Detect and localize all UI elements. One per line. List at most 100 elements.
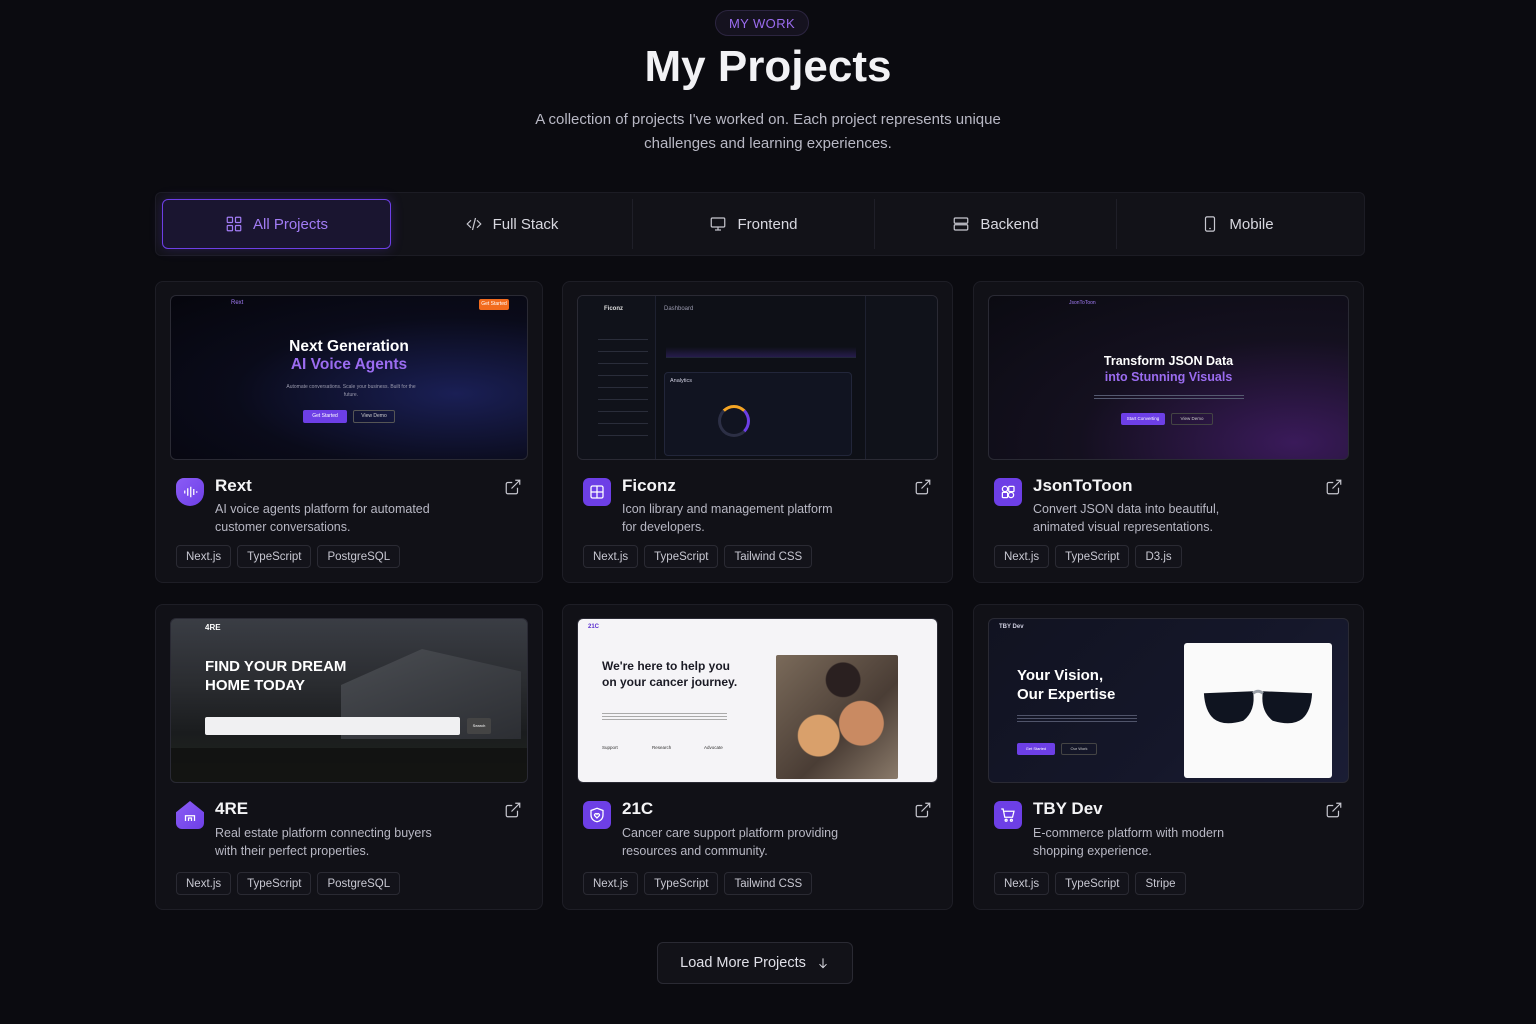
tab-label: Frontend [737,215,798,233]
tech-tag: Tailwind CSS [724,872,813,895]
preview-brand: JsonToToon [1069,300,1096,306]
project-name: 4RE [215,799,249,818]
external-link-icon[interactable] [1325,801,1343,819]
grid-icon [226,216,242,232]
preview-right-panel [865,296,937,459]
preview-brand: 21C [588,624,600,630]
project-card-ficonz[interactable]: Ficonz Dashboard Analytics Ficonz Icon l… [562,281,953,583]
tech-tag: Next.js [176,545,232,568]
tech-tag: TypeScript [644,872,719,895]
preview-feature: Support [602,745,618,750]
project-preview[interactable]: 21C We're here to help you on your cance… [577,618,938,783]
tech-tag: TypeScript [237,545,312,568]
preview-brand: Rext [231,300,244,306]
smartphone-icon [1205,216,1216,232]
tech-tag: Next.js [994,872,1050,895]
project-preview[interactable]: Rext Get Started Next Generation AI Voic… [170,295,528,460]
project-card-4re[interactable]: 4RE FIND YOUR DREAM HOME TODAY Search 4R… [155,604,543,910]
project-card-21c[interactable]: 21C We're here to help you on your cance… [562,604,953,910]
preview-headline: We're here to help you on your cancer jo… [602,659,738,689]
shopping-cart-icon [994,801,1022,829]
project-name: Rext [215,476,252,495]
shapes-icon [994,478,1022,506]
external-link-icon[interactable] [914,478,932,496]
preview-search-button: Search [467,718,491,734]
load-more-button[interactable]: Load More Projects [657,942,853,984]
project-name: 21C [622,799,654,818]
preview-photo [776,655,898,779]
house-icon [176,801,204,829]
project-preview[interactable]: JsonToToon Transform JSON Data into Stun… [988,295,1349,460]
tech-tag: D3.js [1135,545,1182,568]
tech-tag: TypeScript [1055,545,1130,568]
sunglasses-icon [1203,689,1313,724]
tab-frontend[interactable]: Frontend [633,199,875,249]
tab-full-stack[interactable]: Full Stack [391,199,633,249]
monitor-icon [711,217,726,231]
project-description: Convert JSON data into beautiful, animat… [1033,502,1220,534]
page-title: My Projects [644,42,892,91]
project-preview[interactable]: 4RE FIND YOUR DREAM HOME TODAY Search [170,618,528,783]
tab-mobile[interactable]: Mobile [1117,199,1358,249]
project-description: E-commerce platform with modern shopping… [1033,826,1225,858]
project-preview[interactable]: TBY Dev Your Vision, Our Expertise Get S… [988,618,1349,783]
tech-tag: Next.js [994,545,1050,568]
project-card-rext[interactable]: Rext Get Started Next Generation AI Voic… [155,281,543,583]
preview-panel [664,372,852,456]
tab-label: Mobile [1229,215,1274,233]
project-name: JsonToToon [1033,476,1133,495]
code-icon [465,217,482,231]
tech-tag: Next.js [583,872,639,895]
preview-sidebar-lines [598,330,648,440]
tech-tag: Tailwind CSS [724,545,813,568]
tech-tag: TypeScript [237,872,312,895]
tech-tag: PostgreSQL [317,545,401,568]
preview-panel-title: Analytics [670,378,693,384]
category-tabs: All Projects Full Stack Frontend Backend… [155,192,1365,256]
grid-icon [583,478,611,506]
arrow-down-icon [819,958,827,969]
audio-wave-icon [176,478,204,506]
tab-label: Full Stack [492,215,559,233]
load-more-label: Load More Projects [680,955,806,971]
project-description: AI voice agents platform for automated c… [215,502,430,534]
preview-feature: Research [652,745,672,750]
preview-nav-cta: Get Started [479,299,509,310]
tech-tag: Next.js [176,872,232,895]
tab-label: All Projects [252,215,329,233]
server-icon [953,217,969,231]
external-link-icon[interactable] [914,801,932,819]
tech-tag: TypeScript [644,545,719,568]
preview-cta-primary: Start Converting [1121,413,1165,425]
tech-tags: Next.js TypeScript PostgreSQL [176,872,401,895]
preview-sparkline-row [666,332,856,358]
preview-body: Automate conversations. Scale your busin… [286,384,416,398]
preview-brand: 4RE [205,623,221,632]
tech-tag: Next.js [583,545,639,568]
preview-brand: TBY Dev [999,624,1024,630]
tech-tags: Next.js TypeScript PostgreSQL [176,545,401,568]
project-description: Real estate platform connecting buyers w… [215,826,432,858]
project-name: TBY Dev [1033,799,1103,818]
project-preview[interactable]: Ficonz Dashboard Analytics [577,295,938,460]
preview-headline-2: Our Expertise [1017,686,1116,703]
preview-cta-secondary: Our Work [1061,743,1097,755]
preview-cta-primary: Get Started [1017,743,1055,755]
project-card-tby-dev[interactable]: TBY Dev Your Vision, Our Expertise Get S… [973,604,1364,910]
external-link-icon[interactable] [504,801,522,819]
project-description: Cancer care support platform providing r… [622,826,839,858]
external-link-icon[interactable] [1325,478,1343,496]
tech-tags: Next.js TypeScript Tailwind CSS [583,545,813,568]
preview-body-lines [1017,713,1137,722]
tech-tag: Stripe [1135,872,1186,895]
preview-cta-secondary: View Demo [353,410,395,423]
project-card-jsontotoon[interactable]: JsonToToon Transform JSON Data into Stun… [973,281,1364,583]
preview-headline: Your Vision, [1017,667,1104,684]
tab-backend[interactable]: Backend [875,199,1117,249]
page-subtitle: A collection of projects I've worked on.… [535,111,1001,152]
tech-tag: PostgreSQL [317,872,401,895]
preview-brand: Ficonz [604,306,623,312]
preview-headline-accent: into Stunning Visuals [1104,370,1233,384]
tab-all-projects[interactable]: All Projects [162,199,391,249]
external-link-icon[interactable] [504,478,522,496]
